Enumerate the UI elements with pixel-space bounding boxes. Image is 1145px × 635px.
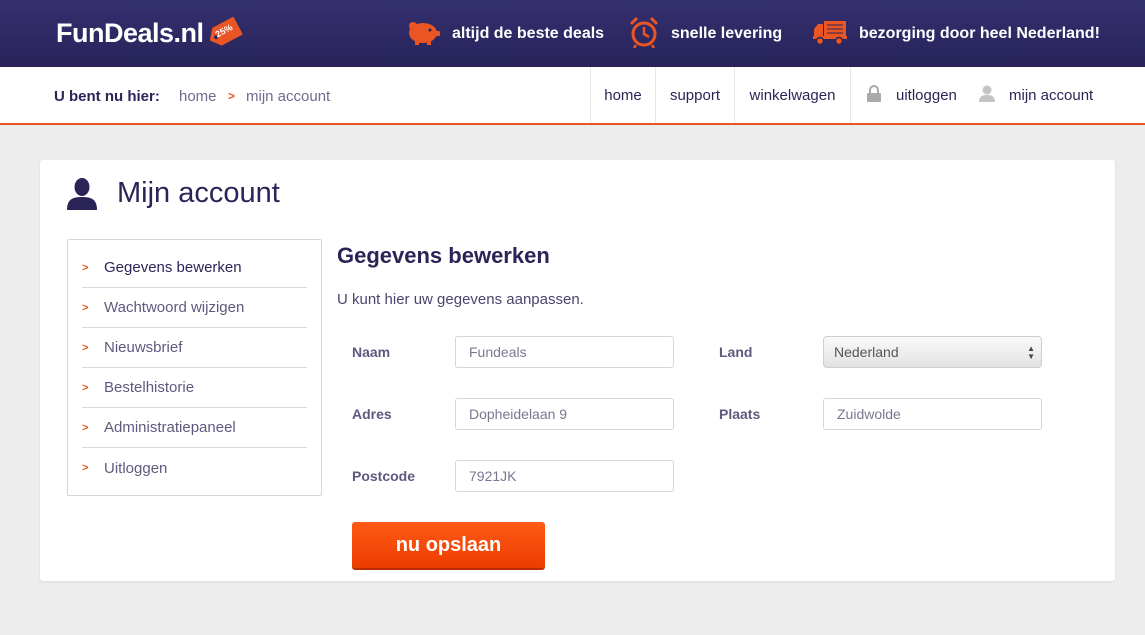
nav-home-link[interactable]: home: [590, 67, 655, 123]
menu-item-label: Administratiepaneel: [104, 419, 236, 436]
alarm-clock-icon: [629, 16, 659, 53]
delivery-truck-icon: [813, 19, 847, 50]
naam-label: Naam: [352, 344, 391, 360]
menu-item-label: Nieuwsbrief: [104, 339, 183, 356]
chevron-right-icon: >: [82, 462, 89, 474]
breadcrumb-title: U bent nu hier:: [54, 88, 160, 105]
menu-item-wachtwoord-wijzigen[interactable]: > Wachtwoord wijzigen: [82, 288, 307, 328]
nav-account-link[interactable]: mijn account: [979, 67, 1093, 123]
chevron-right-icon: >: [82, 261, 89, 274]
adres-label: Adres: [352, 406, 392, 422]
nav-logout-label: uitloggen: [896, 86, 957, 104]
usp-best-deals: altijd de beste deals: [406, 18, 604, 50]
naam-field[interactable]: [455, 336, 674, 368]
land-select[interactable]: Nederland ▲ ▼: [823, 336, 1042, 368]
form-subtitle: U kunt hier uw gegevens aanpassen.: [337, 291, 584, 308]
logo[interactable]: FunDeals.nl 25%: [56, 14, 245, 52]
chevron-right-icon: >: [82, 381, 89, 394]
user-icon: [67, 178, 97, 215]
adres-field[interactable]: [455, 398, 674, 430]
chevron-right-icon: >: [82, 421, 89, 434]
land-select-value: Nederland: [834, 344, 899, 360]
land-label: Land: [719, 344, 753, 360]
logo-text: FunDeals.nl: [56, 17, 204, 48]
breadcrumb-separator: >: [228, 89, 236, 103]
postcode-field[interactable]: [455, 460, 674, 492]
select-arrows-icon: ▲ ▼: [1027, 344, 1035, 361]
breadcrumb-current: mijn account: [246, 88, 331, 105]
menu-item-administratiepaneel[interactable]: > Administratiepaneel: [82, 408, 307, 448]
account-card: Mijn account > Gegevens bewerken > Wacht…: [40, 160, 1115, 581]
account-side-menu: > Gegevens bewerken > Wachtwoord wijzige…: [67, 239, 322, 496]
usp-best-deals-label: altijd de beste deals: [452, 25, 605, 42]
usp-nationwide-delivery: bezorging door heel Nederland!: [813, 18, 1100, 50]
menu-item-bestelhistorie[interactable]: > Bestelhistorie: [82, 368, 307, 408]
page-title: Mijn account: [117, 177, 280, 209]
form-title: Gegevens bewerken: [337, 243, 550, 268]
chevron-right-icon: >: [82, 301, 89, 314]
usp-fast-delivery: snelle levering: [629, 16, 783, 53]
nav-cart-link[interactable]: winkelwagen: [734, 67, 851, 123]
navigation-bar: U bent nu hier: home > mijn account home…: [0, 67, 1145, 125]
usp-nationwide-delivery-label: bezorging door heel Nederland!: [859, 25, 1100, 42]
menu-item-label: Bestelhistorie: [104, 379, 195, 396]
usp-fast-delivery-label: snelle levering: [671, 25, 783, 42]
menu-item-label: Wachtwoord wijzigen: [104, 299, 245, 316]
menu-item-gegevens-bewerken[interactable]: > Gegevens bewerken: [82, 248, 307, 288]
top-header: FunDeals.nl 25% altijd de beste deals sn…: [0, 0, 1145, 67]
menu-item-uitloggen[interactable]: > Uitloggen: [82, 448, 307, 488]
piggy-bank-icon: [406, 18, 440, 51]
price-tag-icon: 25%: [202, 14, 245, 52]
plaats-label: Plaats: [719, 406, 761, 422]
nav-support-link[interactable]: support: [655, 67, 734, 123]
chevron-right-icon: >: [82, 341, 89, 354]
breadcrumb-home-link[interactable]: home: [179, 88, 217, 105]
menu-item-nieuwsbrief[interactable]: > Nieuwsbrief: [82, 328, 307, 368]
menu-item-label: Uitloggen: [104, 459, 168, 477]
user-icon: [979, 85, 995, 106]
plaats-field[interactable]: [823, 398, 1042, 430]
nav-account-label: mijn account: [1009, 86, 1094, 104]
postcode-label: Postcode: [352, 468, 416, 484]
save-button[interactable]: nu opslaan: [352, 522, 545, 568]
menu-item-label: Gegevens bewerken: [104, 259, 242, 276]
lock-icon: [866, 84, 882, 106]
nav-logout-link[interactable]: uitloggen: [866, 67, 957, 123]
